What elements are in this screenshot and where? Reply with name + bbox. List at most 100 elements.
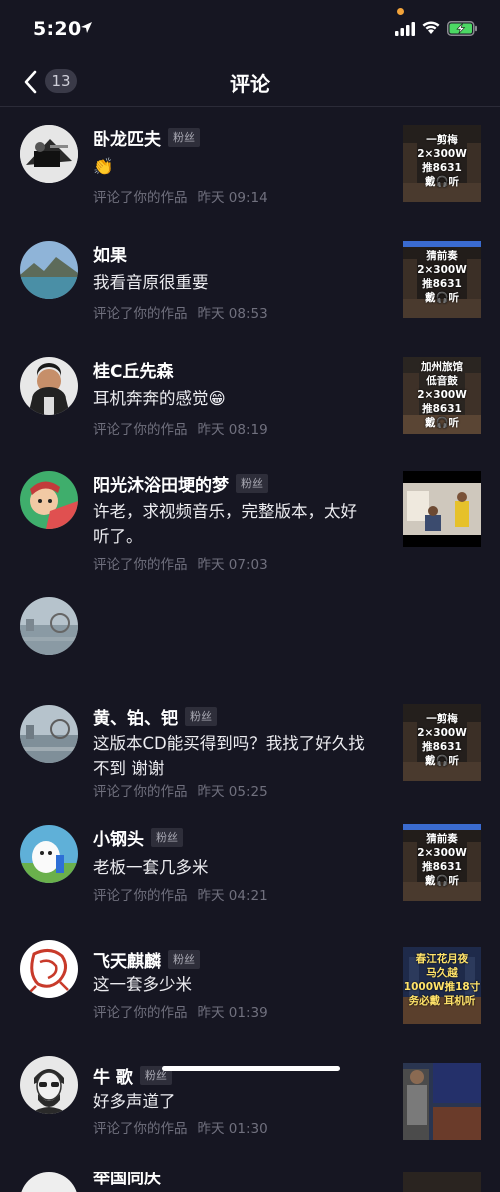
name-line: 如果	[93, 241, 127, 266]
thumb-line: 戴🎧听	[424, 292, 460, 304]
video-thumbnail[interactable]: 加州旅馆 低音鼓 2×300W 推8631 戴🎧听	[403, 357, 481, 434]
thumb-line: 推8631	[422, 162, 462, 174]
comment-action: 评论了你的作品	[93, 1005, 188, 1021]
name-line: 小钢头 粉丝	[93, 825, 183, 850]
name-line: 桂C丘先森	[93, 357, 173, 382]
thumb-line: 一剪梅	[426, 713, 458, 725]
comment-time: 昨天 05:25	[197, 784, 268, 800]
avatar[interactable]	[20, 471, 78, 529]
user-name[interactable]: 卧龙匹夫	[93, 130, 161, 150]
thumb-line: 推8631	[422, 861, 462, 873]
user-name[interactable]: 阳光沐浴田埂的梦	[93, 476, 229, 496]
user-name[interactable]: 如果	[93, 246, 127, 266]
avatar[interactable]	[20, 241, 78, 299]
avatar[interactable]	[20, 357, 78, 415]
privacy-indicator-dot	[397, 8, 404, 15]
comment-action: 评论了你的作品	[93, 1121, 188, 1137]
thumb-line: 戴🎧听	[424, 417, 460, 429]
wifi-icon	[422, 21, 440, 34]
avatar-image	[20, 940, 78, 998]
comment-row[interactable]: 牛 歌粉丝 好多声道了 评论了你的作品 昨天 01:30	[0, 1056, 500, 1172]
comment-meta: 评论了你的作品 昨天 05:25	[93, 780, 268, 800]
nav-bar: 13 评论	[0, 58, 500, 107]
user-name[interactable]: 飞天麒麟	[93, 952, 161, 972]
home-indicator[interactable]	[162, 1066, 340, 1071]
comment-meta: 评论了你的作品 昨天 09:14	[93, 186, 268, 206]
video-thumbnail[interactable]	[403, 1063, 481, 1140]
avatar[interactable]	[20, 597, 78, 655]
comment-text: 👏	[93, 157, 114, 176]
thumb-line: 低音鼓	[426, 375, 458, 387]
thumb-line: 马久越	[426, 967, 458, 979]
video-thumbnail[interactable]: 猜前奏 2×300W 推8631 戴🎧听	[403, 241, 481, 318]
thumb-line: 戴🎧听	[424, 176, 460, 188]
name-line: 举国同庆	[93, 1172, 161, 1188]
avatar-image	[20, 471, 78, 529]
user-name[interactable]: 黄、铂、钯	[93, 709, 178, 729]
comment-time: 昨天 01:30	[197, 1121, 268, 1137]
avatar[interactable]	[20, 825, 78, 883]
video-thumbnail[interactable]: 猜前奏 2×300W 推8631 戴🎧听	[403, 824, 481, 901]
name-line: 飞天麒麟 粉丝	[93, 947, 200, 972]
thumb-line: 2×300W	[417, 148, 467, 160]
fan-badge: 粉丝	[236, 474, 268, 493]
comment-row[interactable]: 黄、铂、钯 粉丝 这版本CD能买得到吗？我找了好久找不到 谢谢 评论了你的作品 昨天…	[0, 697, 500, 825]
comment-meta: 评论了你的作品 昨天 01:39	[93, 1001, 268, 1021]
comment-row[interactable]: 阳光沐浴田埂的梦 粉丝 许老，求视频音乐，完整版本，太好听了。 评论了你的作品 昨天…	[0, 455, 500, 597]
thumb-line: 2×300W	[417, 847, 467, 859]
comment-row[interactable]: 如果 我看音原很重要 评论了你的作品 昨天 08:53 猜前奏 2×300W 推8…	[0, 223, 500, 339]
avatar-image	[20, 125, 78, 183]
thumb-line: 猜前奏	[426, 250, 458, 262]
avatar[interactable]	[20, 125, 78, 183]
avatar[interactable]	[20, 1172, 78, 1192]
comment-row[interactable]: 小钢头 粉丝 老板一套几多米 评论了你的作品 昨天 04:21 猜前奏 2×300W…	[0, 824, 500, 941]
video-thumbnail[interactable]	[403, 471, 481, 547]
thumb-line: 戴🎧听	[424, 875, 460, 887]
comment-row[interactable]: 卧龙匹夫 粉丝 👏 评论了你的作品 昨天 09:14 一剪梅 2×300W 推863…	[0, 107, 500, 223]
user-name[interactable]: 举国同庆	[93, 1172, 161, 1188]
thumb-line: 推8631	[422, 278, 462, 290]
thumbnail-room-image	[403, 471, 481, 547]
comment-text: 好多声道了	[93, 1092, 176, 1111]
thumb-line: 务必戴 耳机听	[408, 995, 476, 1007]
video-thumbnail[interactable]: 春江花月夜 马久越 1000W推18寸 务必戴 耳机听	[403, 947, 481, 1024]
comment-text: 这一套多少米	[93, 975, 192, 994]
thumb-line: 推8631	[422, 741, 462, 753]
fan-badge: 粉丝	[168, 128, 200, 147]
name-line: 黄、铂、钯 粉丝	[93, 704, 217, 729]
comment-text: 我看音原很重要	[93, 273, 209, 292]
avatar[interactable]	[20, 940, 78, 998]
video-thumbnail[interactable]: 一剪梅 2×300W 推8631 戴🎧听	[403, 125, 481, 202]
video-thumbnail[interactable]	[403, 1172, 481, 1192]
user-name[interactable]: 牛 歌	[93, 1068, 133, 1088]
comment-action: 评论了你的作品	[93, 888, 188, 904]
video-thumbnail[interactable]: 一剪梅 2×300W 推8631 戴🎧听	[403, 704, 481, 781]
comment-time: 昨天 08:53	[197, 306, 268, 322]
comment-time: 昨天 08:19	[197, 422, 268, 438]
comment-text: 老板一套几多米	[93, 858, 209, 877]
location-arrow-icon	[81, 22, 92, 33]
name-line: 卧龙匹夫 粉丝	[93, 125, 200, 150]
comment-action: 评论了你的作品	[93, 422, 188, 438]
battery-charging-icon	[447, 21, 477, 36]
thumb-line: 1000W推18寸	[403, 981, 481, 993]
comment-text: 耳机奔奔的感觉😁	[93, 389, 226, 408]
avatar-image	[20, 825, 78, 883]
user-name[interactable]: 桂C丘先森	[93, 362, 173, 382]
comment-row[interactable]: 桂C丘先森 耳机奔奔的感觉😁 评论了你的作品 昨天 08:19 加州旅馆 低音鼓 …	[0, 339, 500, 455]
status-time: 5:20	[33, 18, 82, 40]
comment-time: 昨天 04:21	[197, 888, 268, 904]
fan-badge: 粉丝	[168, 950, 200, 969]
thumb-line: 2×300W	[417, 389, 467, 401]
comment-meta: 评论了你的作品 昨天 04:21	[93, 884, 268, 904]
comment-meta: 评论了你的作品 昨天 08:19	[93, 418, 268, 438]
comment-meta: 评论了你的作品 昨天 08:53	[93, 302, 268, 322]
comment-row[interactable]: 举国同庆	[0, 1172, 500, 1192]
avatar[interactable]	[20, 705, 78, 763]
thumb-line: 春江花月夜	[415, 953, 469, 965]
name-line: 阳光沐浴田埂的梦 粉丝	[93, 471, 268, 496]
avatar[interactable]	[20, 1056, 78, 1114]
avatar-image	[20, 357, 78, 415]
comment-row[interactable]: 飞天麒麟 粉丝 这一套多少米 评论了你的作品 昨天 01:39 春江花月夜 马久越 …	[0, 940, 500, 1056]
user-name[interactable]: 小钢头	[93, 830, 144, 850]
